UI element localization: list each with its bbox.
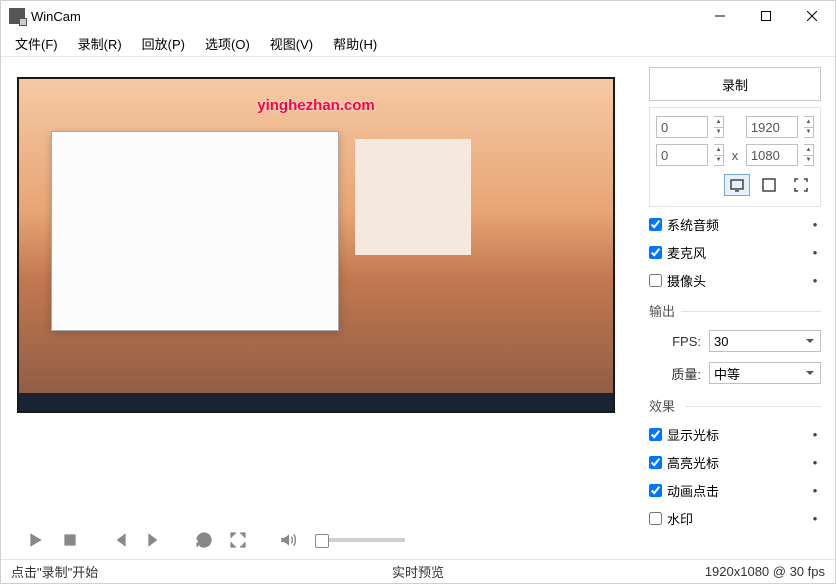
highlight-cursor-checkbox[interactable]: [649, 456, 662, 469]
censor-block: [355, 139, 471, 255]
preview-taskbar: [19, 393, 613, 411]
camera-menu[interactable]: •: [809, 273, 821, 288]
minimize-button[interactable]: [697, 1, 743, 31]
menu-view[interactable]: 视图(V): [260, 30, 323, 57]
width-input[interactable]: [746, 116, 798, 138]
status-mid: 实时预览: [392, 562, 444, 581]
watermark-checkbox[interactable]: [649, 512, 662, 525]
title-bar: WinCam: [1, 1, 835, 31]
maximize-button[interactable]: [743, 1, 789, 31]
menu-playback[interactable]: 回放(P): [132, 30, 195, 57]
loop-button[interactable]: [189, 525, 219, 555]
x-spinner[interactable]: ▲▼: [714, 116, 724, 138]
height-input[interactable]: [746, 144, 798, 166]
main-area: yinghezhan.com 录制 ▲▼: [1, 57, 835, 559]
skip-start-button[interactable]: [105, 525, 135, 555]
menu-help[interactable]: 帮助(H): [323, 30, 387, 57]
fps-label: FPS:: [649, 334, 709, 349]
y-spinner[interactable]: ▲▼: [714, 144, 724, 166]
show-cursor-label: 显示光标: [667, 425, 719, 444]
menu-record[interactable]: 录制(R): [68, 30, 132, 57]
microphone-label: 麦克风: [667, 243, 706, 262]
play-button[interactable]: [21, 525, 51, 555]
playback-controls: [17, 511, 635, 559]
system-audio-menu[interactable]: •: [809, 217, 821, 232]
mode-window-button[interactable]: [756, 174, 782, 196]
volume-button[interactable]: [273, 525, 303, 555]
highlight-cursor-label: 高亮光标: [667, 453, 719, 472]
mode-fullscreen-button[interactable]: [724, 174, 750, 196]
coord-sep-label: x: [730, 148, 740, 163]
nested-window-preview: [51, 131, 339, 331]
status-right: 1920x1080 @ 30 fps: [705, 564, 825, 579]
system-audio-checkbox[interactable]: [649, 218, 662, 231]
quality-label: 质量:: [649, 364, 709, 383]
volume-slider[interactable]: [315, 538, 405, 542]
fps-select[interactable]: 30: [709, 330, 821, 352]
stop-button[interactable]: [55, 525, 85, 555]
preview-area: yinghezhan.com: [17, 77, 615, 413]
menu-bar: 文件(F) 录制(R) 回放(P) 选项(O) 视图(V) 帮助(H): [1, 31, 835, 57]
app-icon: [9, 8, 25, 24]
close-button[interactable]: [789, 1, 835, 31]
show-cursor-checkbox[interactable]: [649, 428, 662, 441]
system-audio-label: 系统音频: [667, 215, 719, 234]
height-spinner[interactable]: ▲▼: [804, 144, 814, 166]
watermark-label: 水印: [667, 509, 693, 528]
x-input[interactable]: [656, 116, 708, 138]
fullscreen-button[interactable]: [223, 525, 253, 555]
highlight-cursor-menu[interactable]: •: [809, 455, 821, 470]
menu-file[interactable]: 文件(F): [5, 30, 68, 57]
animate-click-checkbox[interactable]: [649, 484, 662, 497]
record-button[interactable]: 录制: [649, 67, 821, 101]
camera-checkbox[interactable]: [649, 274, 662, 287]
width-spinner[interactable]: ▲▼: [804, 116, 814, 138]
status-bar: 点击"录制"开始 实时预览 1920x1080 @ 30 fps: [1, 559, 835, 583]
animate-click-label: 动画点击: [667, 481, 719, 500]
microphone-checkbox[interactable]: [649, 246, 662, 259]
microphone-menu[interactable]: •: [809, 245, 821, 260]
status-left: 点击"录制"开始: [11, 562, 98, 581]
quality-select[interactable]: 中等: [709, 362, 821, 384]
skip-end-button[interactable]: [139, 525, 169, 555]
mode-region-button[interactable]: [788, 174, 814, 196]
watermark-text: yinghezhan.com: [257, 97, 375, 114]
left-pane: yinghezhan.com: [1, 57, 643, 559]
animate-click-menu[interactable]: •: [809, 483, 821, 498]
sidebar: 录制 ▲▼ ▲▼ ▲▼ x ▲▼ 系统音频 • 麦克风: [643, 57, 835, 559]
window-title: WinCam: [31, 9, 81, 24]
capture-region-panel: ▲▼ ▲▼ ▲▼ x ▲▼: [649, 107, 821, 207]
watermark-menu[interactable]: •: [809, 511, 821, 526]
menu-options[interactable]: 选项(O): [195, 30, 260, 57]
y-input[interactable]: [656, 144, 708, 166]
show-cursor-menu[interactable]: •: [809, 427, 821, 442]
output-group-label: 输出: [649, 301, 821, 320]
camera-label: 摄像头: [667, 271, 706, 290]
effects-group-label: 效果: [649, 396, 821, 415]
